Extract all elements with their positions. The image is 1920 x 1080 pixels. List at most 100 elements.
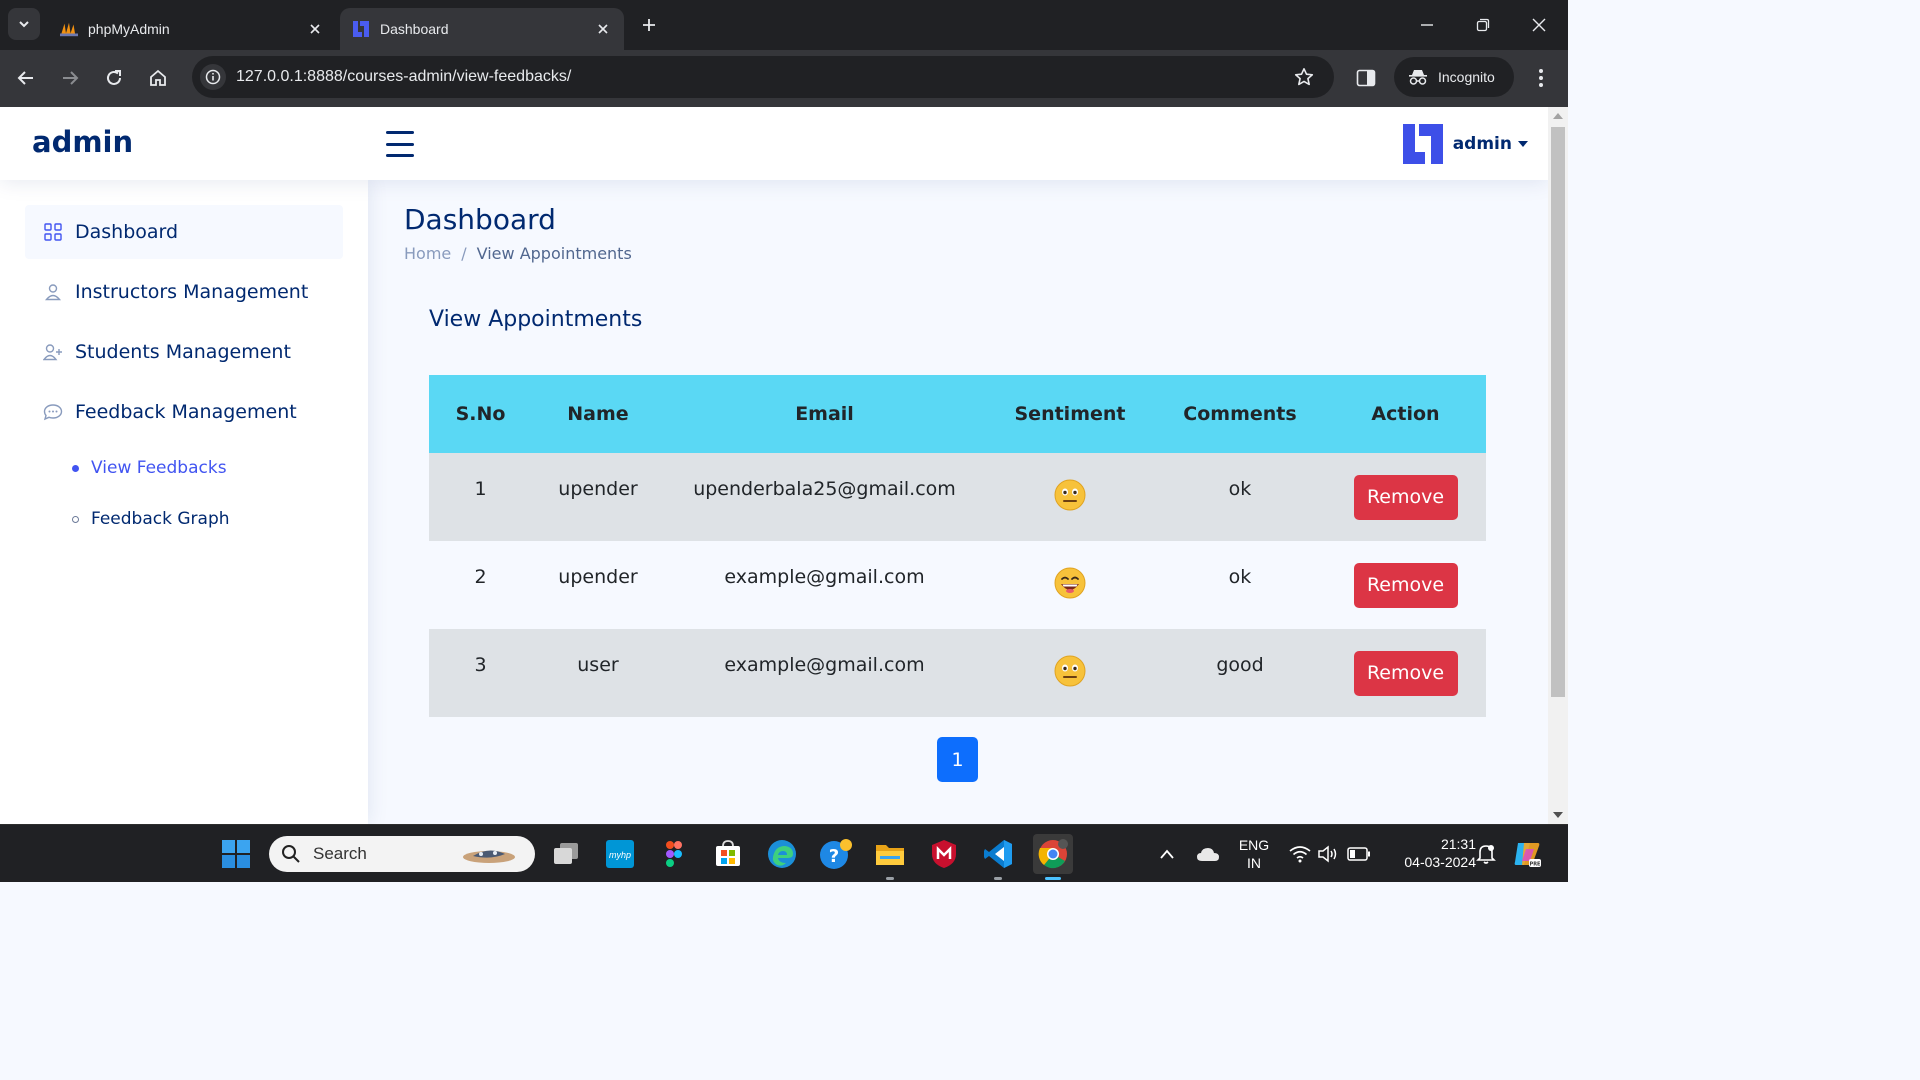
windows-start-icon[interactable]	[219, 837, 253, 871]
sidebar-subitem-label: Feedback Graph	[91, 509, 230, 529]
minimize-icon	[1421, 24, 1433, 26]
remove-button[interactable]: Remove	[1353, 474, 1458, 520]
home-button[interactable]	[144, 64, 172, 92]
side-panel-button[interactable]	[1354, 64, 1378, 92]
volume-icon[interactable]	[1314, 837, 1342, 871]
table-row: 1 upender upenderbala25@gmail.com ok Rem…	[429, 453, 1486, 541]
tab-title: phpMyAdmin	[88, 21, 170, 37]
bullet-dot	[72, 464, 79, 472]
column-header-comments: Comments	[1155, 375, 1325, 453]
pagination-page-1[interactable]: 1	[937, 737, 978, 782]
forward-button[interactable]	[56, 64, 84, 92]
cell-sentiment	[985, 453, 1155, 541]
minimize-button[interactable]	[1414, 12, 1440, 38]
sidebar-subitem-view-feedbacks[interactable]: View Feedbacks	[72, 458, 227, 478]
table-row: 2 upender example@gmail.com ok Remove	[429, 541, 1486, 629]
sidebar-item-label: Dashboard	[75, 221, 179, 243]
running-indicator	[886, 877, 894, 880]
home-icon	[150, 69, 166, 86]
brand-logo-text[interactable]: admin	[32, 125, 133, 159]
cell-name: upender	[532, 453, 664, 541]
cell-sno: 3	[429, 629, 532, 717]
remove-button[interactable]: Remove	[1353, 562, 1458, 608]
language-code: ENG	[1238, 837, 1270, 853]
phpmyadmin-icon	[60, 20, 78, 38]
scrollbar-thumb[interactable]	[1551, 127, 1565, 697]
section-title: View Appointments	[429, 307, 643, 332]
hamburger-line	[386, 142, 414, 146]
incognito-badge[interactable]: Incognito	[1394, 57, 1514, 97]
battery-icon[interactable]	[1344, 837, 1374, 871]
column-header-name: Name	[532, 375, 664, 453]
search-placeholder: Search	[313, 844, 367, 863]
neutral-face-emoji-icon	[1054, 479, 1086, 510]
url-text[interactable]: 127.0.0.1:8888/courses-admin/view-feedba…	[236, 68, 571, 86]
sidebar-item-feedback[interactable]: Feedback Management	[25, 385, 343, 439]
notifications-bell-icon[interactable]	[1472, 837, 1500, 871]
figma-icon[interactable]	[657, 837, 691, 871]
sidebar-toggle-button[interactable]	[386, 131, 414, 157]
onedrive-cloud-icon[interactable]	[1192, 837, 1224, 871]
myhp-icon[interactable]: myhp	[603, 837, 637, 871]
address-bar[interactable]: 127.0.0.1:8888/courses-admin/view-feedba…	[192, 56, 1334, 98]
running-indicator	[994, 877, 1002, 880]
tab-dashboard[interactable]: Dashboard	[340, 8, 624, 50]
svg-text:PRE: PRE	[1530, 862, 1542, 868]
sidebar-item-students[interactable]: Students Management	[25, 325, 343, 379]
close-icon[interactable]	[594, 20, 612, 38]
tab-search-button[interactable]	[8, 8, 40, 40]
language-indicator[interactable]: ENG IN	[1234, 836, 1274, 872]
breadcrumb-home[interactable]: Home	[404, 244, 451, 263]
more-vertical-icon	[1539, 69, 1543, 87]
scroll-up-arrow-icon[interactable]	[1553, 113, 1563, 119]
back-button[interactable]	[12, 64, 40, 92]
site-info-icon[interactable]	[200, 64, 226, 90]
cell-email: example@gmail.com	[664, 629, 985, 717]
caret-down-icon	[1518, 141, 1528, 147]
taskbar-search-box[interactable]: Search	[269, 836, 535, 872]
column-header-sno: S.No	[429, 375, 532, 453]
scroll-down-arrow-icon[interactable]	[1553, 812, 1563, 818]
browser-toolbar: 127.0.0.1:8888/courses-admin/view-feedba…	[0, 50, 1568, 107]
plus-icon	[643, 19, 655, 31]
task-view-icon[interactable]	[549, 837, 583, 871]
profile-name: admin	[1452, 134, 1512, 154]
get-help-icon[interactable]: ?	[819, 837, 853, 871]
close-icon[interactable]	[306, 20, 324, 38]
clock[interactable]: 21:31 04-03-2024	[1382, 835, 1476, 871]
vscode-icon[interactable]	[981, 837, 1015, 871]
reload-button[interactable]	[100, 64, 128, 92]
close-window-button[interactable]	[1526, 12, 1552, 38]
page-title-block: Dashboard Home / View Appointments	[404, 203, 632, 263]
app-header: admin admin	[0, 107, 1548, 180]
sidebar-item-label: Students Management	[75, 341, 291, 363]
file-explorer-icon[interactable]	[873, 837, 907, 871]
bookmark-star-icon[interactable]	[1292, 65, 1316, 89]
sidebar-subitem-feedback-graph[interactable]: Feedback Graph	[72, 509, 230, 529]
clock-time: 21:31	[1440, 836, 1476, 852]
microsoft-store-icon[interactable]	[711, 837, 745, 871]
cell-action: Remove	[1325, 629, 1486, 717]
new-tab-button[interactable]	[636, 12, 662, 38]
sidebar-item-dashboard[interactable]: Dashboard	[25, 205, 343, 259]
mcafee-icon[interactable]	[927, 837, 961, 871]
copilot-icon[interactable]: PRE	[1510, 837, 1544, 871]
breadcrumb-separator: /	[461, 244, 467, 263]
chrome-icon[interactable]	[1033, 834, 1073, 874]
sidebar-subitem-label: View Feedbacks	[91, 458, 227, 478]
page-scrollbar[interactable]	[1548, 107, 1568, 824]
browser-menu-button[interactable]	[1530, 64, 1552, 92]
grinning-face-emoji-icon	[1054, 567, 1086, 598]
svg-text:myhp: myhp	[609, 850, 631, 860]
profile-dropdown[interactable]: admin	[1401, 122, 1528, 166]
restore-button[interactable]	[1470, 12, 1496, 38]
tab-title: Dashboard	[380, 21, 449, 37]
chevron-up-icon[interactable]	[1152, 837, 1182, 871]
edge-browser-icon[interactable]	[765, 837, 799, 871]
wifi-icon[interactable]	[1286, 837, 1314, 871]
remove-button[interactable]: Remove	[1353, 650, 1458, 696]
feedback-table: S.No Name Email Sentiment Comments Actio…	[429, 375, 1486, 717]
restore-icon	[1476, 18, 1490, 32]
tab-phpmyadmin[interactable]: phpMyAdmin	[48, 8, 336, 50]
sidebar-item-instructors[interactable]: Instructors Management	[25, 265, 343, 319]
